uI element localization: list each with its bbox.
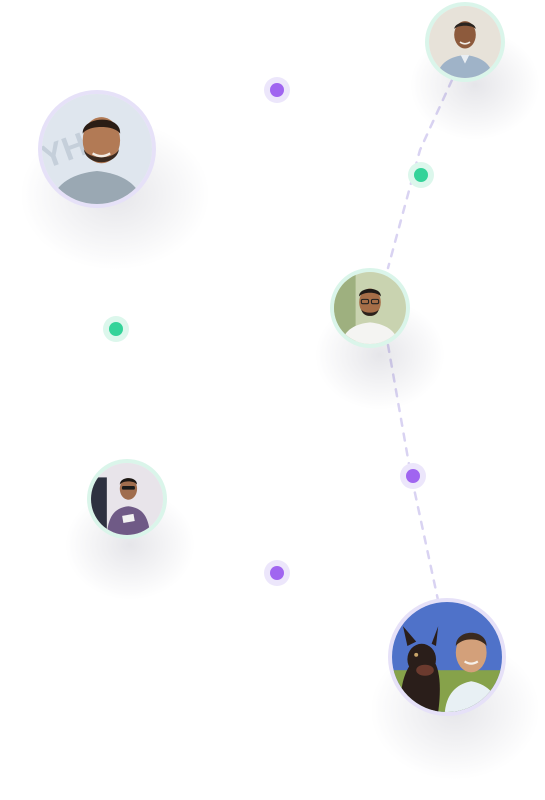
person-photo-icon — [334, 272, 406, 344]
green-dot — [103, 316, 129, 342]
green-dot — [408, 162, 434, 188]
person-photo-icon — [91, 463, 163, 535]
person-photo-icon — [429, 6, 501, 78]
purple-dot — [400, 463, 426, 489]
person-with-dog-photo-icon — [392, 602, 502, 712]
purple-dot — [264, 560, 290, 586]
connector-path — [386, 78, 454, 602]
purple-dot — [264, 77, 290, 103]
avatar-top-right — [425, 2, 505, 82]
avatar-upper-left: YH — [38, 90, 156, 208]
avatar-middle-right — [330, 268, 410, 348]
testimonial-avatar-network: YH — [0, 0, 545, 800]
person-photo-icon: YH — [42, 94, 152, 204]
avatar-bottom-right — [388, 598, 506, 716]
avatar-lower-left — [87, 459, 167, 539]
